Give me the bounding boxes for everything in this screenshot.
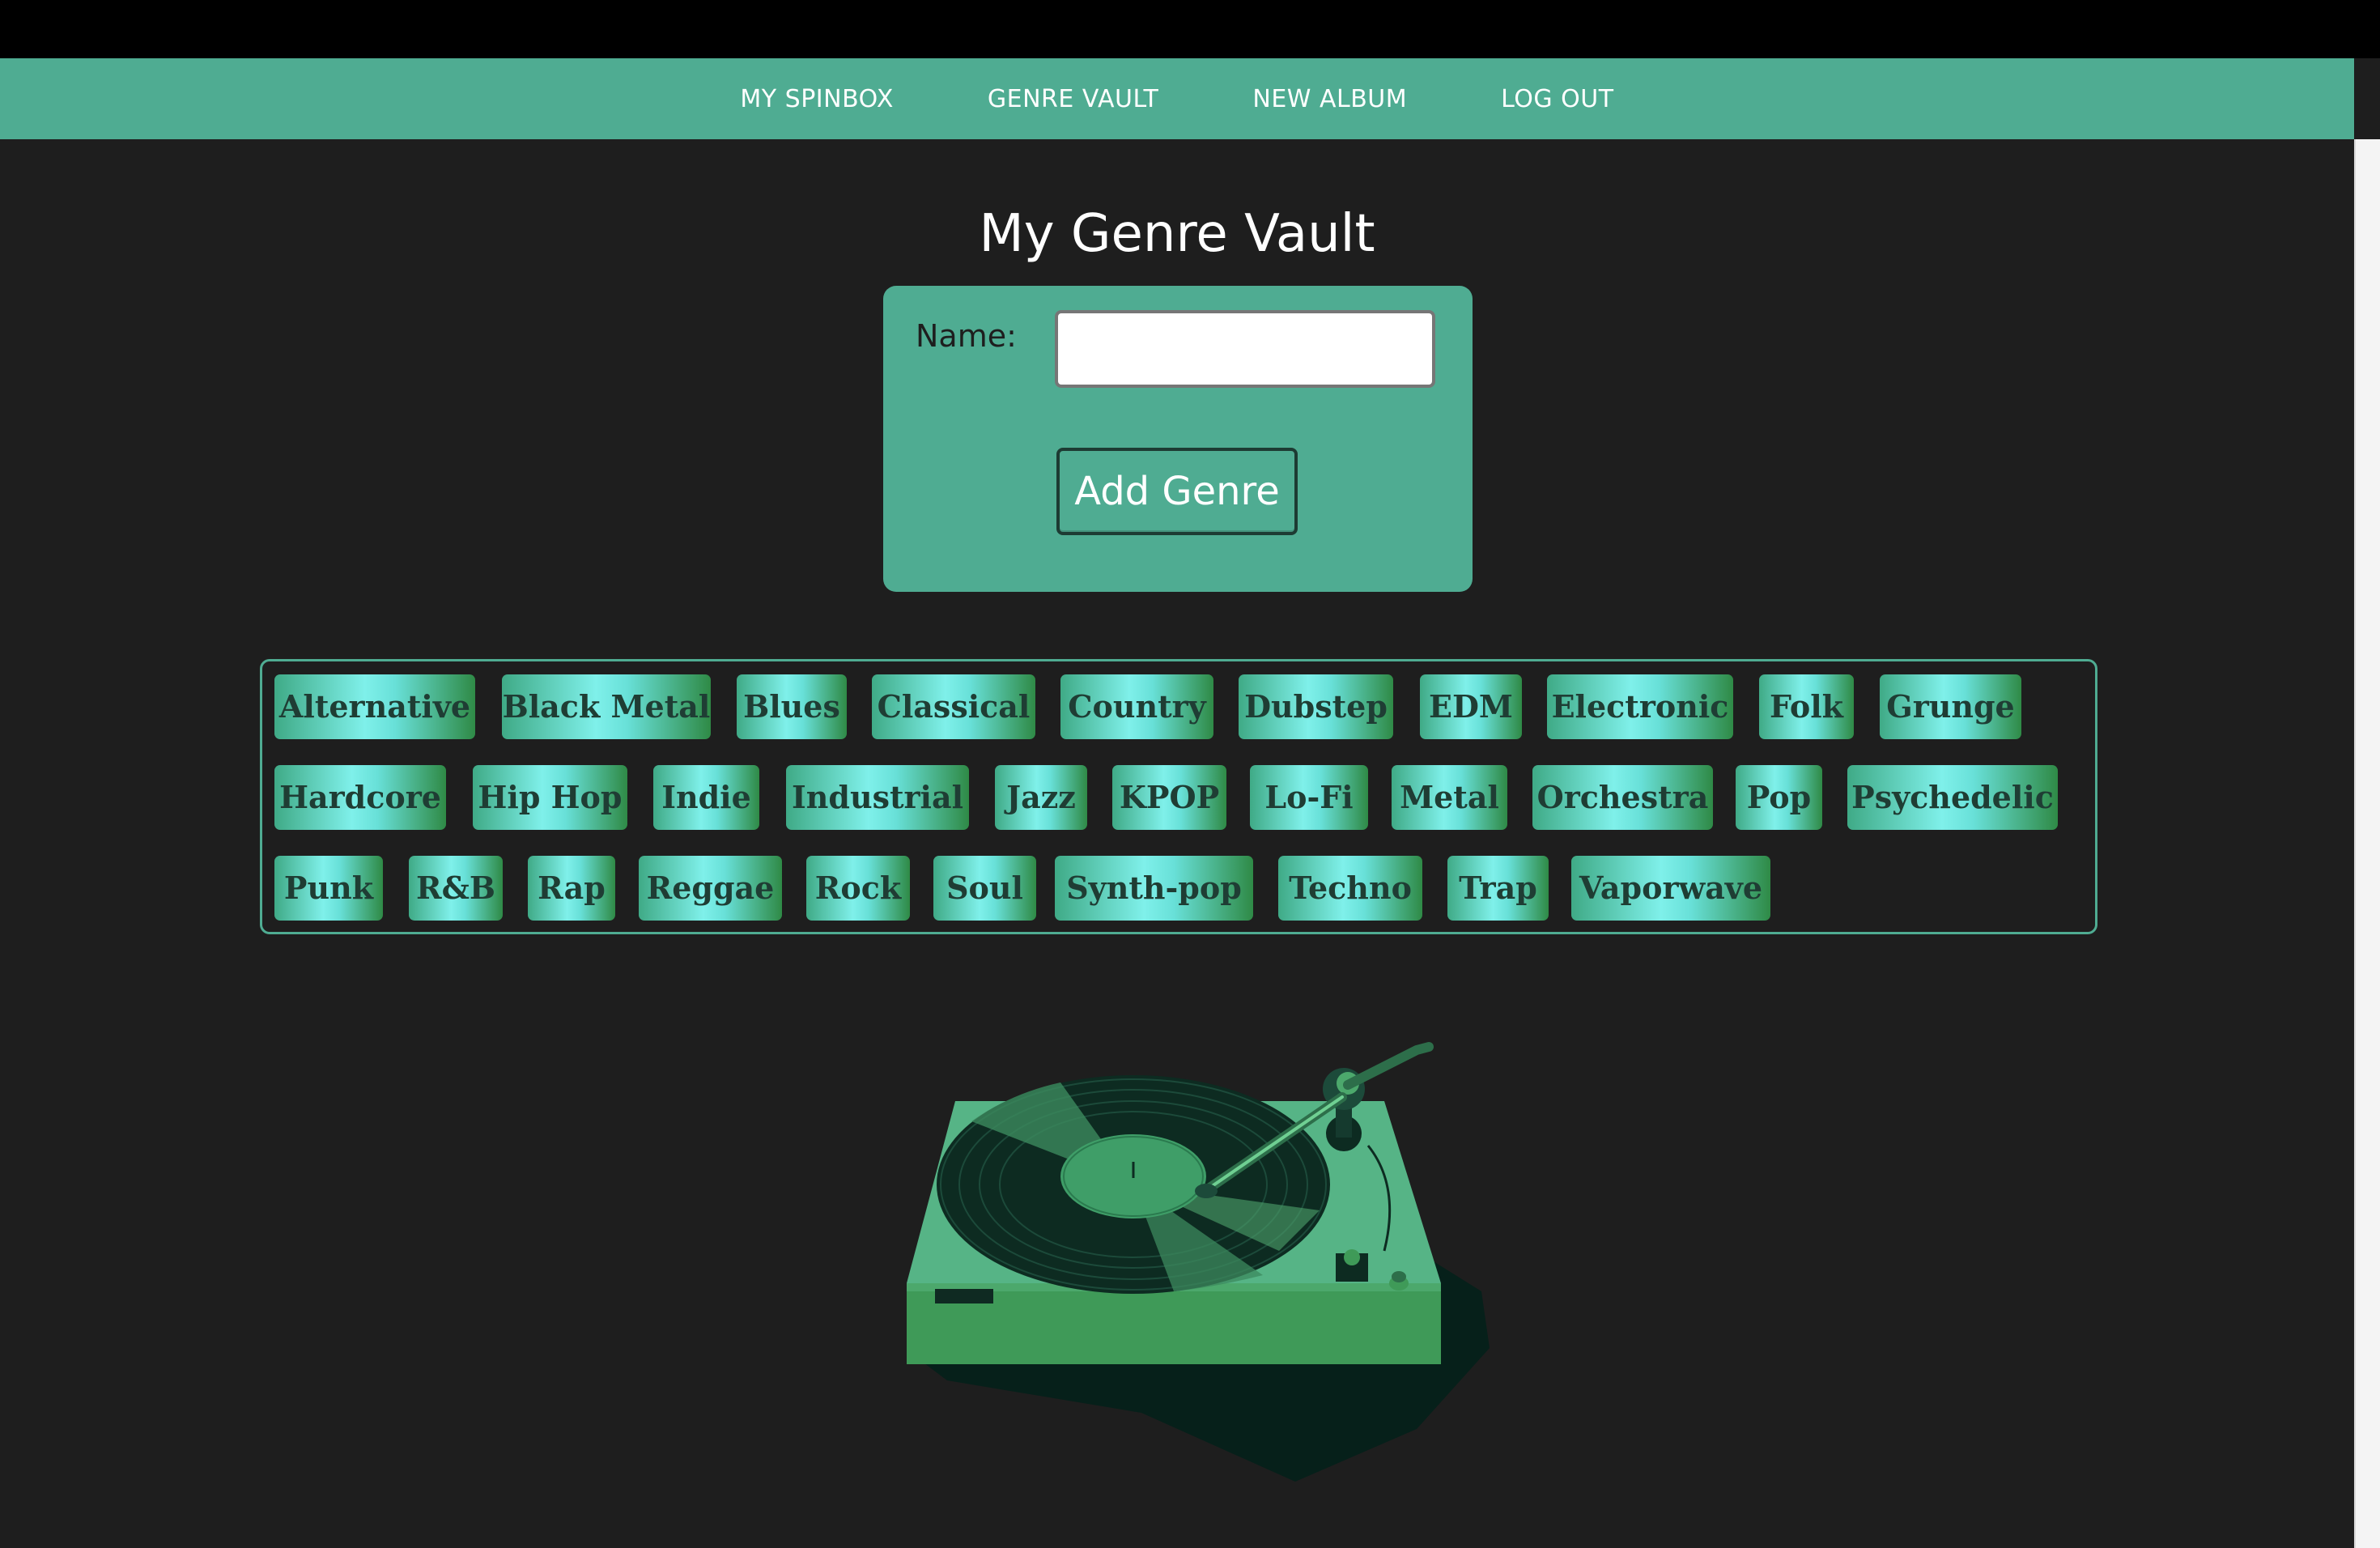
genre-list: Alternative Black Metal Blues Classical … — [260, 659, 2097, 934]
browser-top-bar — [0, 0, 2380, 58]
genre-chip-rock[interactable]: Rock — [806, 856, 910, 921]
add-genre-button[interactable]: Add Genre — [1056, 448, 1298, 535]
scrollbar-edge — [2354, 139, 2356, 1548]
genre-chip-grunge[interactable]: Grunge — [1880, 674, 2021, 739]
genre-chip-hardcore[interactable]: Hardcore — [274, 765, 446, 830]
genre-chip-trap[interactable]: Trap — [1447, 856, 1549, 921]
genre-chip-folk[interactable]: Folk — [1759, 674, 1854, 739]
genre-chip-classical[interactable]: Classical — [872, 674, 1035, 739]
genre-chip-industrial[interactable]: Industrial — [786, 765, 969, 830]
add-genre-form: Name: Add Genre — [883, 286, 1473, 592]
turntable-illustration — [907, 1042, 1490, 1482]
nav-link-log-out[interactable]: LOG OUT — [1454, 85, 1660, 113]
name-label: Name: — [916, 318, 1017, 354]
nav-link-my-spinbox[interactable]: MY SPINBOX — [693, 85, 940, 113]
genre-chip-pop[interactable]: Pop — [1736, 765, 1822, 830]
main-navbar: MY SPINBOX GENRE VAULT NEW ALBUM LOG OUT — [0, 58, 2354, 139]
genre-chip-black-metal[interactable]: Black Metal — [502, 674, 711, 739]
genre-chip-kpop[interactable]: KPOP — [1112, 765, 1226, 830]
nav-link-new-album[interactable]: NEW ALBUM — [1205, 85, 1454, 113]
genre-chip-country[interactable]: Country — [1060, 674, 1213, 739]
nav-link-genre-vault[interactable]: GENRE VAULT — [941, 85, 1205, 113]
genre-chip-techno[interactable]: Techno — [1278, 856, 1422, 921]
genre-chip-synth-pop[interactable]: Synth-pop — [1055, 856, 1253, 921]
genre-chip-blues[interactable]: Blues — [737, 674, 847, 739]
genre-chip-r-and-b[interactable]: R&B — [409, 856, 503, 921]
page-scrollbar[interactable] — [2354, 139, 2380, 1548]
genre-chip-edm[interactable]: EDM — [1420, 674, 1522, 739]
genre-chip-vaporwave[interactable]: Vaporwave — [1571, 856, 1770, 921]
genre-chip-psychedelic[interactable]: Psychedelic — [1847, 765, 2058, 830]
genre-chip-metal[interactable]: Metal — [1392, 765, 1507, 830]
genre-chip-reggae[interactable]: Reggae — [639, 856, 782, 921]
page-title: My Genre Vault — [979, 204, 1375, 264]
genre-chip-electronic[interactable]: Electronic — [1547, 674, 1733, 739]
genre-chip-indie[interactable]: Indie — [653, 765, 759, 830]
genre-chip-rap[interactable]: Rap — [528, 856, 615, 921]
genre-chip-soul[interactable]: Soul — [933, 856, 1036, 921]
genre-chip-jazz[interactable]: Jazz — [995, 765, 1087, 830]
genre-chip-orchestra[interactable]: Orchestra — [1532, 765, 1713, 830]
genre-chip-punk[interactable]: Punk — [274, 856, 383, 921]
genre-chip-hip-hop[interactable]: Hip Hop — [473, 765, 627, 830]
genre-chip-lo-fi[interactable]: Lo-Fi — [1250, 765, 1368, 830]
genre-name-input[interactable] — [1055, 310, 1435, 388]
genre-chip-alternative[interactable]: Alternative — [274, 674, 475, 739]
genre-chip-dubstep[interactable]: Dubstep — [1239, 674, 1393, 739]
